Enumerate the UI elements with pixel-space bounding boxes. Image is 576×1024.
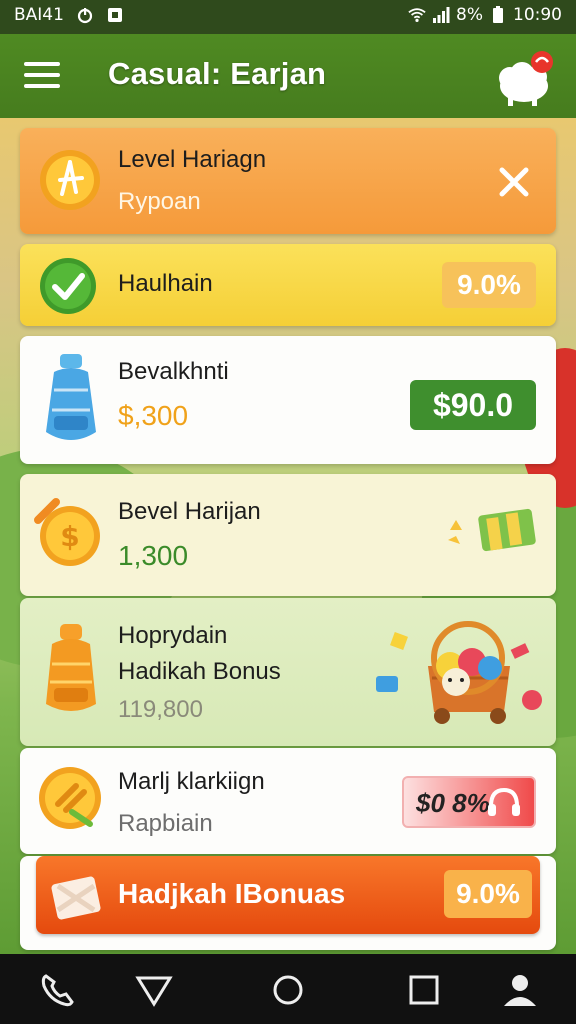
notification-icon xyxy=(107,8,122,22)
list-item-bevalkhnti[interactable]: Bevalkhnti $,300 $90.0 xyxy=(20,336,556,464)
power-icon xyxy=(77,8,93,24)
row-title: Marlj klarkiign xyxy=(118,768,265,795)
status-clock: 10:90 xyxy=(513,5,562,25)
home-icon[interactable] xyxy=(268,970,308,1010)
app-title: Casual: Earjan xyxy=(108,56,327,91)
coin-icon xyxy=(39,767,101,829)
rewards-list: Level Hariagn Rypoan Haulhain 9.0% Beval… xyxy=(20,128,556,950)
row-title: Bevalkhnti xyxy=(118,358,229,385)
menu-bar-3 xyxy=(24,84,60,88)
status-bar: BAI41 8% 10:90 xyxy=(0,0,576,34)
menu-bar-2 xyxy=(24,73,60,77)
menu-button[interactable] xyxy=(24,62,62,90)
gift-box-icon xyxy=(51,876,101,920)
row-value: 1,300 xyxy=(118,540,189,571)
price-button[interactable]: $90.0 xyxy=(410,380,536,430)
check-icon xyxy=(40,258,96,314)
row-value: $,300 xyxy=(118,400,189,431)
profile-icon[interactable] xyxy=(500,970,540,1010)
status-time-left: BAI41 xyxy=(14,5,64,25)
star-coin-icon xyxy=(40,150,100,210)
list-item-hadjkah-bonus-container: Hadjkah IBonuas 9.0% xyxy=(20,856,556,950)
orange-bottle-icon xyxy=(46,624,96,711)
back-icon[interactable] xyxy=(134,970,174,1010)
blue-bottle-icon xyxy=(46,354,96,440)
wifi-icon xyxy=(408,8,426,23)
close-icon[interactable] xyxy=(498,166,530,198)
list-item-hadikah-bonus[interactable]: Hoprydain Hadikah Bonus 119,800 xyxy=(20,598,556,746)
row-title: Level Hariagn xyxy=(118,146,267,173)
row-title-line-1: Hoprydain xyxy=(118,622,228,649)
phone-icon[interactable] xyxy=(38,970,78,1010)
menu-bar-1 xyxy=(24,62,60,66)
list-item-marlj-klarkiign[interactable]: Marlj klarkiign Rapbiain $0 8% xyxy=(20,748,556,854)
bonus-label: Hadjkah IBonuas xyxy=(118,878,346,909)
percent-badge: 9.0% xyxy=(444,870,532,918)
bonus-button[interactable]: Hadjkah IBonuas 9.0% xyxy=(36,856,540,934)
row-title: Haulhain xyxy=(118,270,213,297)
ticket-stack-icon xyxy=(448,508,536,552)
percent-badge: 9.0% xyxy=(442,262,536,308)
row-title-line-2: Hadikah Bonus xyxy=(118,658,281,685)
row-title: Bevel Harijan xyxy=(118,498,261,525)
sheep-mascot-icon[interactable] xyxy=(494,46,560,110)
discount-text: $0 8% xyxy=(416,788,490,818)
discount-badge[interactable]: $0 8% xyxy=(402,776,536,828)
navigation-bar xyxy=(0,954,576,1024)
list-item-level-hariagn[interactable]: Level Hariagn Rypoan xyxy=(20,128,556,234)
signal-icon xyxy=(433,7,450,23)
list-item-haulhain[interactable]: Haulhain 9.0% xyxy=(20,244,556,326)
list-item-bevel-harijan[interactable]: $ Bevel Harijan 1,300 xyxy=(20,474,556,596)
app-header: Casual: Earjan xyxy=(0,34,576,118)
recents-icon[interactable] xyxy=(404,970,444,1010)
battery-icon xyxy=(493,6,503,23)
headset-icon xyxy=(488,787,520,816)
row-value: 119,800 xyxy=(118,696,203,723)
row-subtitle: Rypoan xyxy=(118,188,201,215)
treasure-cart-icon xyxy=(376,621,542,724)
svg-text:$: $ xyxy=(60,520,79,553)
battery-percent: 8% xyxy=(456,5,483,25)
coin-icon: $ xyxy=(34,498,100,566)
row-subtitle: Rapbiain xyxy=(118,810,213,837)
